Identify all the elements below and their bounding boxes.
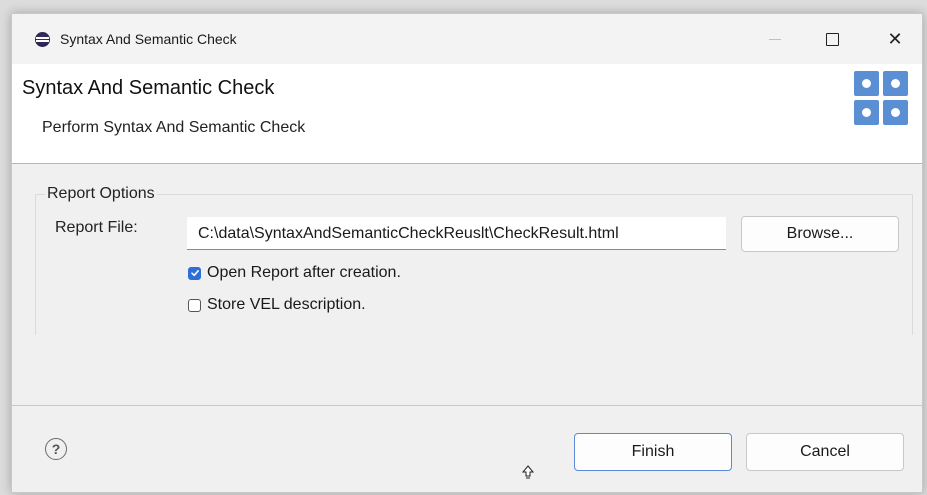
wizard-banner-icon bbox=[854, 71, 908, 125]
title-bar[interactable]: Syntax And Semantic Check ✕ bbox=[12, 14, 922, 64]
open-report-checkbox[interactable] bbox=[188, 266, 201, 280]
minimize-button[interactable] bbox=[750, 14, 800, 64]
report-file-label: Report File: bbox=[55, 219, 138, 236]
cancel-button[interactable]: Cancel bbox=[746, 433, 904, 471]
banner-square-icon bbox=[883, 100, 908, 125]
help-icon: ? bbox=[51, 441, 61, 457]
close-button[interactable]: ✕ bbox=[870, 14, 920, 64]
maximize-icon bbox=[825, 32, 839, 46]
store-vel-label: Store VEL description. bbox=[207, 296, 366, 313]
store-vel-checkbox[interactable] bbox=[188, 298, 201, 312]
syntax-semantic-check-dialog: Syntax And Semantic Check ✕ Syntax And S… bbox=[11, 13, 923, 493]
window-title: Syntax And Semantic Check bbox=[60, 31, 237, 47]
close-icon: ✕ bbox=[887, 28, 903, 49]
store-vel-checkbox-row[interactable]: Store VEL description. bbox=[188, 296, 366, 314]
banner-square-icon bbox=[883, 71, 908, 96]
open-report-checkbox-row[interactable]: Open Report after creation. bbox=[188, 264, 401, 282]
help-button[interactable]: ? bbox=[45, 438, 67, 460]
maximize-button[interactable] bbox=[807, 14, 857, 64]
cursor-icon bbox=[521, 465, 535, 479]
minimize-icon bbox=[769, 38, 781, 40]
report-options-label: Report Options bbox=[45, 185, 157, 203]
report-file-input[interactable] bbox=[187, 217, 726, 250]
page-title: Syntax And Semantic Check bbox=[22, 77, 275, 99]
browse-button[interactable]: Browse... bbox=[741, 216, 899, 252]
finish-button[interactable]: Finish bbox=[574, 433, 732, 471]
checkmark-icon bbox=[190, 270, 199, 277]
banner-square-icon bbox=[854, 71, 879, 96]
open-report-label: Open Report after creation. bbox=[207, 264, 401, 281]
banner-square-icon bbox=[854, 100, 879, 125]
wizard-header: Syntax And Semantic Check Perform Syntax… bbox=[12, 64, 922, 164]
eclipse-app-icon bbox=[35, 32, 50, 47]
page-description: Perform Syntax And Semantic Check bbox=[42, 119, 306, 136]
button-bar-separator bbox=[12, 405, 922, 406]
